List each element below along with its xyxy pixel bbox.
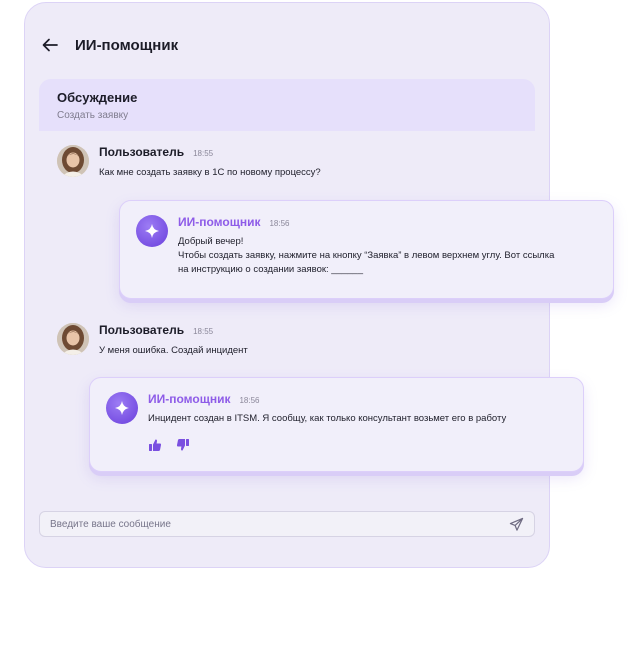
bot-message: ИИ-помощник 18:56 Инцидент создан в ITSM…: [89, 377, 584, 472]
message-time: 18:56: [269, 219, 290, 228]
message-time: 18:55: [193, 149, 214, 158]
avatar: [57, 145, 89, 177]
user-message: Пользователь 18:55 У меня ошибка. Создай…: [57, 323, 248, 358]
message-line: Чтобы создать заявку, нажмите на кнопку …: [178, 250, 555, 261]
page-title: ИИ-помощник: [75, 36, 179, 54]
message-text: Как мне создать заявку в 1С по новому пр…: [99, 167, 321, 178]
discussion-title: Обсуждение: [57, 90, 138, 105]
message-input[interactable]: [50, 518, 508, 530]
avatar: [57, 323, 89, 355]
message-line: на инструкцию о создании заявок: ______: [178, 264, 363, 275]
message-time: 18:56: [239, 396, 260, 405]
message-text: У меня ошибка. Создай инцидент: [99, 345, 248, 356]
thumbs-up-icon[interactable]: [148, 438, 162, 452]
reaction-bar: [148, 438, 506, 452]
arrow-left-icon[interactable]: [39, 34, 61, 56]
message-line: Добрый вечер!: [178, 236, 244, 247]
chat-header: ИИ-помощник: [39, 33, 178, 57]
bot-message: ИИ-помощник 18:56 Добрый вечер! Чтобы со…: [119, 200, 614, 299]
sparkle-icon: [136, 215, 168, 247]
message-author: ИИ-помощник: [148, 392, 231, 406]
message-author: Пользователь: [99, 145, 185, 159]
message-time: 18:55: [193, 327, 214, 336]
user-message: Пользователь 18:55 Как мне создать заявк…: [57, 145, 321, 180]
send-icon[interactable]: [508, 516, 524, 532]
sparkle-icon: [106, 392, 138, 424]
thumbs-down-icon[interactable]: [176, 438, 190, 452]
message-input-box: [39, 511, 535, 537]
discussion-header[interactable]: Обсуждение Создать заявку: [39, 79, 535, 131]
message-author: ИИ-помощник: [178, 215, 261, 229]
message-author: Пользователь: [99, 323, 185, 337]
message-line: Инцидент создан в ITSM. Я сообщу, как то…: [148, 413, 507, 424]
discussion-subtitle: Создать заявку: [57, 110, 129, 121]
